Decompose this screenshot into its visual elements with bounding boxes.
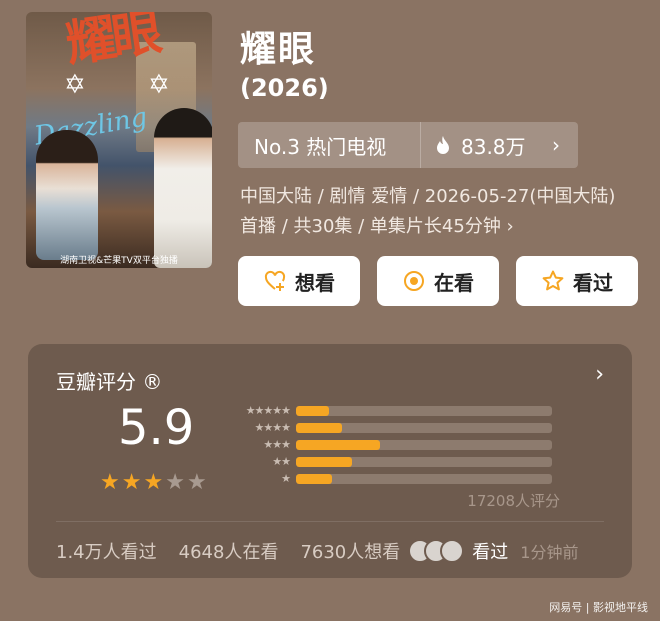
rating-count: 17208人评分	[467, 492, 560, 510]
watched-count[interactable]: 1.4万人看过	[56, 538, 157, 564]
rating-bar-row: ★★★★★	[228, 402, 552, 419]
rating-bar-track	[296, 456, 552, 467]
rating-bar-track	[296, 439, 552, 450]
friend-action: 看过	[472, 542, 509, 563]
rating-bar-stars: ★★★★	[254, 421, 291, 434]
rating-bar-track	[296, 405, 552, 416]
poster-star-icon: ✡	[148, 70, 170, 100]
rating-bar-row: ★	[228, 470, 552, 487]
heart-plus-icon	[264, 270, 286, 291]
action-buttons: 想看 在看 看过	[238, 256, 638, 306]
rating-stars: ★ ★ ★ ★ ★	[100, 470, 207, 495]
show-year: (2026)	[240, 74, 329, 102]
rating-score: 5.9	[118, 400, 195, 456]
rating-footer: 1.4万人看过 4648人在看 7630人想看 看过 1分钟前	[56, 538, 578, 564]
rating-bar-stars: ★★★	[263, 438, 291, 451]
watching-count[interactable]: 4648人在看	[179, 538, 279, 564]
target-icon	[404, 271, 424, 291]
watched-button[interactable]: 看过	[516, 256, 638, 306]
rating-bar-stars: ★★★★★	[245, 404, 291, 417]
rating-bar-fill	[296, 456, 353, 467]
rating-label: 豆瓣评分 ®	[56, 366, 162, 395]
want-count[interactable]: 7630人想看	[300, 538, 400, 564]
rank-label: No.3 热门电视	[254, 134, 387, 159]
rating-bar-row: ★★	[228, 453, 552, 470]
show-meta-info[interactable]: 中国大陆 / 剧情 爱情 / 2026-05-27(中国大陆)首播 / 共30集…	[240, 182, 630, 242]
rating-bar-track	[296, 422, 552, 433]
rating-bar-fill	[296, 405, 330, 416]
flame-icon	[437, 136, 449, 154]
poster-image[interactable]: 耀眼 ✡ ✡ Dazzling 湖南卫视&芒果TV双平台独播	[26, 12, 212, 268]
chevron-right-icon[interactable]: ›	[595, 362, 604, 387]
friend-avatars[interactable]	[408, 539, 465, 563]
rating-bar-row: ★★★★	[228, 419, 552, 436]
star-empty-icon: ★	[165, 470, 185, 495]
rating-card[interactable]: 豆瓣评分 ® › 5.9 ★ ★ ★ ★ ★ ★★★★★ ★★★★ ★★★ ★★ ★ 17208…	[28, 344, 632, 578]
rating-bar-fill	[296, 422, 343, 433]
rating-bar-stars: ★	[281, 472, 291, 485]
poster-star-icon: ✡	[64, 70, 86, 100]
friend-action-time: 1分钟前	[520, 543, 579, 562]
want-label: 想看	[295, 270, 335, 295]
star-empty-icon: ★	[186, 470, 207, 495]
poster-title-art: 耀眼	[62, 12, 162, 74]
rating-bar-track	[296, 473, 552, 484]
watching-button[interactable]: 在看	[377, 256, 499, 306]
star-filled-icon: ★	[143, 470, 164, 495]
heat-value: 83.8万	[461, 134, 526, 159]
avatar	[440, 539, 465, 563]
rating-bar-stars: ★★	[272, 455, 291, 468]
watching-label: 在看	[434, 270, 474, 295]
star-filled-icon: ★	[100, 470, 120, 495]
chevron-right-icon: ›	[552, 133, 560, 157]
rating-bar-fill	[296, 439, 381, 450]
divider	[56, 521, 604, 522]
watched-label: 看过	[573, 270, 613, 295]
show-title: 耀眼	[240, 29, 317, 70]
watermark: 网易号 | 影视地平线	[549, 601, 648, 614]
rating-distribution: ★★★★★ ★★★★ ★★★ ★★ ★	[228, 402, 552, 487]
want-to-watch-button[interactable]: 想看	[238, 256, 360, 306]
rating-bar-row: ★★★	[228, 436, 552, 453]
poster-figure-boy	[154, 108, 212, 268]
star-filled-icon: ★	[121, 470, 142, 495]
poster-bottom-text: 湖南卫视&芒果TV双平台独播	[60, 256, 178, 266]
star-outline-icon	[542, 270, 564, 291]
poster-figure-girl	[36, 130, 98, 260]
rating-label-text: 豆瓣评分	[56, 370, 136, 394]
rank-bar[interactable]: No.3 热门电视 83.8万 ›	[238, 122, 578, 168]
registered-mark: ®	[142, 370, 163, 394]
rating-bar-fill	[296, 473, 332, 484]
